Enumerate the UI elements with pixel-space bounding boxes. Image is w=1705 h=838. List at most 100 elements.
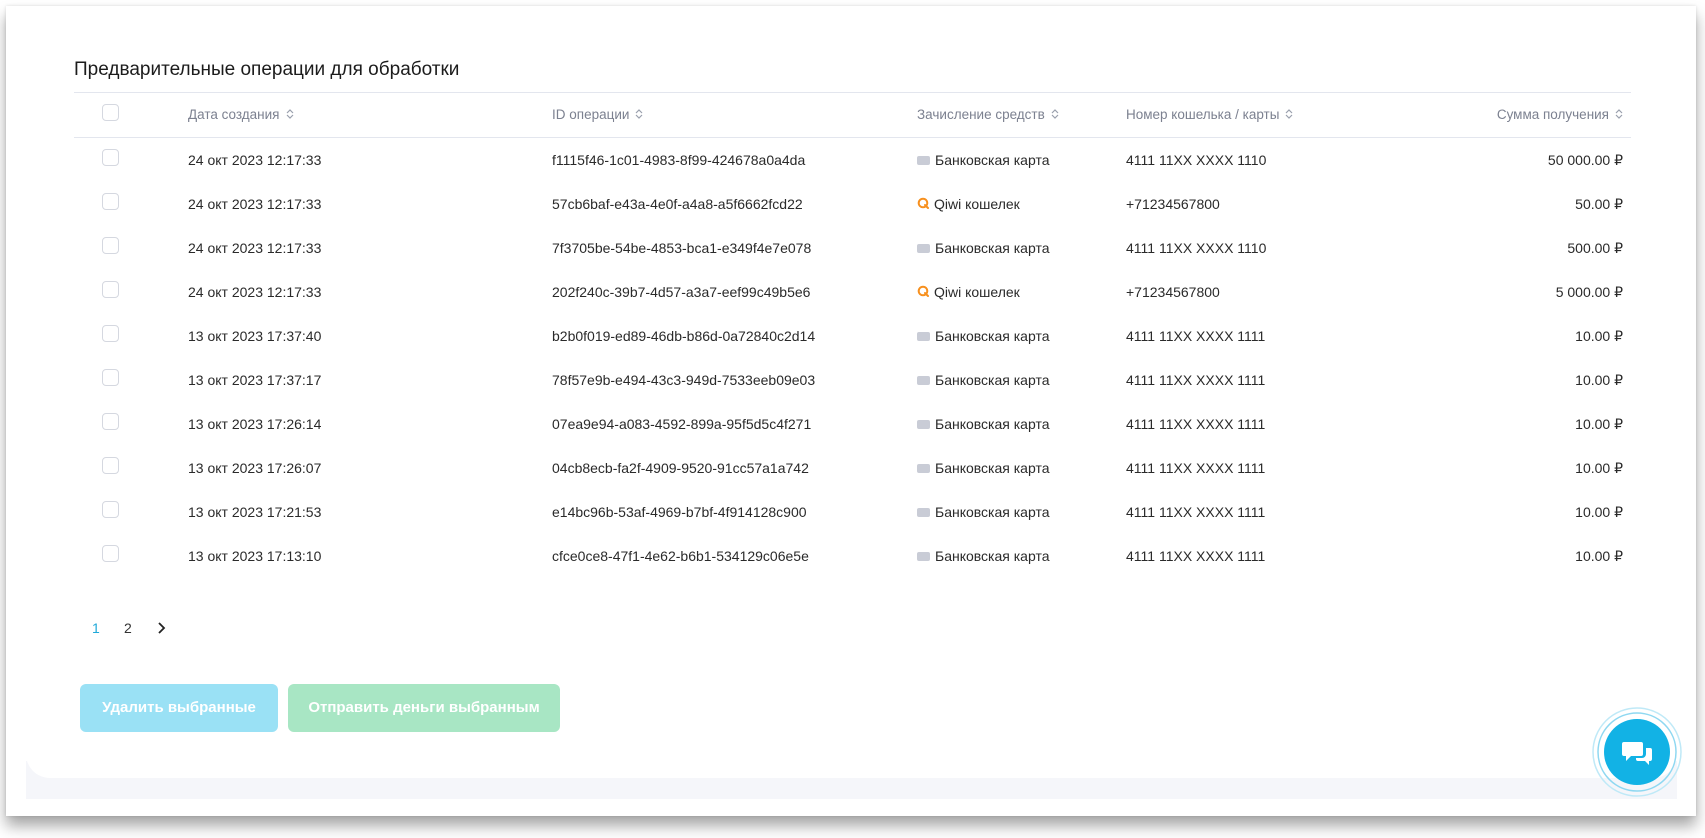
- cell-method: Банковская карта: [917, 138, 1049, 182]
- method-label: Qiwi кошелек: [934, 196, 1020, 212]
- bank-card-icon: [917, 331, 930, 341]
- cell-date: 13 окт 2023 17:26:07: [188, 460, 322, 476]
- table-row[interactable]: 13 окт 2023 17:26:14 07ea9e94-a083-4592-8…: [74, 402, 1631, 446]
- bank-card-icon: [917, 419, 930, 429]
- method-label: Банковская карта: [935, 240, 1050, 256]
- table-header: Дата создания ID операции Зачисление сре…: [74, 92, 1631, 138]
- chat-widget-button[interactable]: [1591, 706, 1683, 798]
- table-row[interactable]: 13 окт 2023 17:26:07 04cb8ecb-fa2f-4909-9…: [74, 446, 1631, 490]
- cell-method: Банковская карта: [917, 446, 1049, 490]
- qiwi-icon: [917, 197, 929, 210]
- cell-date: 13 окт 2023 17:13:10: [188, 548, 322, 564]
- method-label: Банковская карта: [935, 460, 1050, 476]
- select-all-checkbox[interactable]: [102, 104, 119, 121]
- cell-operation-id: 202f240c-39b7-4d57-a3a7-eef99c49b5e6: [552, 284, 811, 300]
- row-checkbox[interactable]: [102, 369, 119, 386]
- cell-operation-id: cfce0ce8-47f1-4e62-b6b1-534129c06e5e: [552, 548, 809, 564]
- cell-wallet: 4111 11XX XXXX 1111: [1126, 372, 1266, 388]
- cell-wallet: 4111 11XX XXXX 1111: [1126, 504, 1266, 520]
- qiwi-icon: [917, 285, 929, 298]
- cell-operation-id: f1115f46-1c01-4983-8f99-424678a0a4da: [552, 152, 806, 168]
- page-2-button[interactable]: 2: [124, 616, 132, 640]
- cell-method: Банковская карта: [917, 226, 1049, 270]
- cell-amount: 10.00 ₽: [1575, 328, 1623, 344]
- column-header-label: Сумма получения: [1496, 107, 1609, 122]
- table-row[interactable]: 13 окт 2023 17:37:40 b2b0f019-ed89-46db-b…: [74, 314, 1631, 358]
- row-checkbox[interactable]: [102, 501, 119, 518]
- cell-wallet: 4111 11XX XXXX 1111: [1126, 460, 1266, 476]
- cell-operation-id: 07ea9e94-a083-4592-899a-95f5d5c4f271: [552, 416, 812, 432]
- cell-amount: 10.00 ₽: [1575, 504, 1623, 520]
- table-row[interactable]: 24 окт 2023 12:17:33 57cb6baf-e43a-4e0f-a…: [74, 182, 1631, 226]
- bank-card-icon: [917, 155, 930, 165]
- table-row[interactable]: 13 окт 2023 17:37:17 78f57e9b-e494-43c3-9…: [74, 358, 1631, 402]
- send-money-selected-button[interactable]: Отправить деньги выбранным: [288, 684, 560, 732]
- bank-card-icon: [917, 507, 930, 517]
- method-label: Qiwi кошелек: [934, 284, 1020, 300]
- row-checkbox[interactable]: [102, 545, 119, 562]
- cell-date: 24 окт 2023 12:17:33: [188, 284, 322, 300]
- table-row[interactable]: 24 окт 2023 12:17:33 f1115f46-1c01-4983-8…: [74, 138, 1631, 182]
- cell-operation-id: 7f3705be-54be-4853-bca1-e349f4e7e078: [552, 240, 812, 256]
- method-label: Банковская карта: [935, 372, 1050, 388]
- cell-operation-id: e14bc96b-53af-4969-b7bf-4f914128c900: [552, 504, 807, 520]
- bank-card-icon: [917, 243, 930, 253]
- cell-date: 13 окт 2023 17:37:17: [188, 372, 322, 388]
- method-label: Банковская карта: [935, 504, 1050, 520]
- row-checkbox[interactable]: [102, 149, 119, 166]
- cell-method: Банковская карта: [917, 402, 1049, 446]
- cell-wallet: 4111 11XX XXXX 1111: [1126, 416, 1266, 432]
- cell-method: Банковская карта: [917, 534, 1049, 578]
- column-header-label: Дата создания: [188, 107, 280, 122]
- cell-method: Банковская карта: [917, 314, 1049, 358]
- page-1-button[interactable]: 1: [92, 616, 100, 640]
- column-header-date[interactable]: Дата создания: [188, 93, 294, 137]
- column-header-wallet[interactable]: Номер кошелька / карты: [1126, 93, 1293, 137]
- cell-amount: 10.00 ₽: [1575, 372, 1623, 388]
- cell-amount: 500.00 ₽: [1567, 240, 1623, 256]
- column-header-amount[interactable]: Сумма получения: [1497, 93, 1623, 137]
- cell-amount: 10.00 ₽: [1575, 416, 1623, 432]
- cell-operation-id: 04cb8ecb-fa2f-4909-9520-91cc57a1a742: [552, 460, 809, 476]
- method-label: Банковская карта: [935, 416, 1050, 432]
- bank-card-icon: [917, 551, 930, 561]
- cell-wallet: +71234567800: [1126, 284, 1220, 300]
- row-checkbox[interactable]: [102, 281, 119, 298]
- cell-date: 24 окт 2023 12:17:33: [188, 152, 322, 168]
- cell-wallet: 4111 11XX XXXX 1111: [1126, 548, 1266, 564]
- row-checkbox[interactable]: [102, 457, 119, 474]
- cell-amount: 10.00 ₽: [1575, 460, 1623, 476]
- bank-card-icon: [917, 463, 930, 473]
- column-header-label: Зачисление средств: [917, 107, 1045, 122]
- method-label: Банковская карта: [935, 548, 1050, 564]
- table-row[interactable]: 13 окт 2023 17:13:10 cfce0ce8-47f1-4e62-b…: [74, 534, 1631, 578]
- cell-wallet: +71234567800: [1126, 196, 1220, 212]
- table-row[interactable]: 24 окт 2023 12:17:33 202f240c-39b7-4d57-a…: [74, 270, 1631, 314]
- chat-icon: [1592, 707, 1682, 797]
- row-checkbox[interactable]: [102, 413, 119, 430]
- row-checkbox[interactable]: [102, 193, 119, 210]
- chevron-right-icon[interactable]: [156, 618, 166, 645]
- cell-wallet: 4111 11XX XXXX 1110: [1126, 240, 1267, 256]
- table-row[interactable]: 24 окт 2023 12:17:33 7f3705be-54be-4853-b…: [74, 226, 1631, 270]
- table-body: 24 окт 2023 12:17:33 f1115f46-1c01-4983-8…: [74, 138, 1631, 578]
- column-header-id[interactable]: ID операции: [552, 93, 643, 137]
- cell-date: 24 окт 2023 12:17:33: [188, 240, 322, 256]
- row-checkbox[interactable]: [102, 325, 119, 342]
- sort-icon: [286, 109, 293, 120]
- cell-operation-id: b2b0f019-ed89-46db-b86d-0a72840c2d14: [552, 328, 816, 344]
- cell-amount: 10.00 ₽: [1575, 548, 1623, 564]
- cell-wallet: 4111 11XX XXXX 1110: [1126, 152, 1267, 168]
- table-row[interactable]: 13 окт 2023 17:21:53 e14bc96b-53af-4969-b…: [74, 490, 1631, 534]
- row-checkbox[interactable]: [102, 237, 119, 254]
- method-label: Банковская карта: [935, 152, 1050, 168]
- cell-amount: 50.00 ₽: [1575, 196, 1623, 212]
- delete-selected-button[interactable]: Удалить выбранные: [80, 684, 278, 732]
- sort-icon: [1286, 109, 1293, 120]
- cell-method: Банковская карта: [917, 358, 1049, 402]
- operations-table: Дата создания ID операции Зачисление сре…: [74, 92, 1631, 578]
- column-header-method[interactable]: Зачисление средств: [917, 93, 1059, 137]
- cell-date: 13 окт 2023 17:37:40: [188, 328, 322, 344]
- cell-date: 24 окт 2023 12:17:33: [188, 196, 322, 212]
- bank-card-icon: [917, 375, 930, 385]
